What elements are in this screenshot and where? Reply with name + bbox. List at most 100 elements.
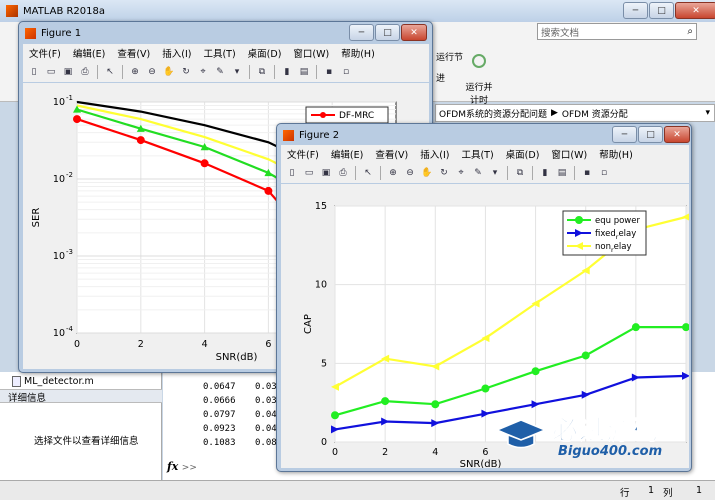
separator: [122, 65, 123, 79]
legend-marker: [320, 112, 326, 118]
link-plot-icon[interactable]: ⧉: [513, 166, 527, 180]
show-plot-tools-icon[interactable]: ▫: [597, 166, 611, 180]
cmd-values-col2: 0.03 0.03 0.04 0.04 0.08: [255, 382, 277, 448]
close-icon[interactable]: ✕: [675, 2, 715, 19]
menu-item-2[interactable]: 查看(V): [369, 147, 414, 161]
details-header[interactable]: 详细信息: [0, 389, 162, 404]
dropdown-icon[interactable]: ▾: [230, 65, 244, 79]
data-cursor-icon[interactable]: ⌖: [196, 65, 210, 79]
hide-plot-tools-icon[interactable]: ▪: [580, 166, 594, 180]
menu-item-3[interactable]: 插入(I): [156, 46, 197, 60]
pointer-icon[interactable]: ↖: [103, 65, 117, 79]
figure1-titlebar[interactable]: Figure 1: [19, 22, 319, 44]
data-point: [381, 397, 390, 406]
x-tick-label: 2: [138, 339, 144, 350]
data-point: [481, 384, 490, 393]
close-icon[interactable]: ✕: [401, 24, 427, 41]
breadcrumb-sep-icon: ▶: [550, 108, 558, 118]
maximize-icon[interactable]: □: [638, 126, 663, 143]
address-bar[interactable]: OFDM系统的资源分配问题 ▶ OFDM 资源分配 ▾: [435, 104, 715, 122]
figure-icon: [283, 129, 294, 141]
menu-item-4[interactable]: 工具(T): [455, 147, 499, 161]
legend[interactable]: DF-MRC: [305, 106, 389, 124]
menu-item-0[interactable]: 文件(F): [23, 46, 67, 60]
legend-icon[interactable]: ▤: [555, 166, 569, 180]
figure2-toolbar: ▯ ▭ ▣ ⎙ ↖ ⊕ ⊖ ✋ ↻ ⌖ ✎ ▾ ⧉ ▮ ▤ ▪ ▫: [281, 163, 689, 183]
legend-icon[interactable]: ▤: [297, 65, 311, 79]
brush-icon[interactable]: ✎: [471, 166, 485, 180]
print-icon[interactable]: ⎙: [78, 65, 92, 79]
figure2-titlebar[interactable]: Figure 2: [277, 124, 577, 146]
figure1-window-controls: ─ □ ✕: [349, 24, 427, 41]
status-bar: 行 1 列 1: [0, 480, 715, 500]
data-point: [431, 400, 440, 409]
graduation-cap-icon: [495, 418, 547, 449]
menu-item-2[interactable]: 查看(V): [111, 46, 156, 60]
zoom-out-icon[interactable]: ⊖: [403, 166, 417, 180]
link-plot-icon[interactable]: ⧉: [255, 65, 269, 79]
new-figure-icon[interactable]: ▯: [285, 166, 299, 180]
menu-item-4[interactable]: 工具(T): [197, 46, 241, 60]
menu-item-3[interactable]: 插入(I): [414, 147, 455, 161]
open-file-icon[interactable]: ▭: [44, 65, 58, 79]
data-cursor-icon[interactable]: ⌖: [454, 166, 468, 180]
figure2-menubar: 文件(F) 编辑(E) 查看(V) 插入(I) 工具(T) 桌面(D) 窗口(W) 帮助(H): [281, 145, 689, 163]
menu-item-1[interactable]: 编辑(E): [67, 46, 111, 60]
close-icon[interactable]: ✕: [664, 126, 690, 143]
breadcrumb-1[interactable]: OFDM系统的资源分配问题: [439, 107, 547, 120]
menu-item-7[interactable]: 帮助(H): [335, 46, 381, 60]
minimize-icon[interactable]: ─: [349, 24, 374, 41]
x-tick-label: 4: [202, 339, 208, 350]
maximize-icon[interactable]: □: [649, 2, 674, 19]
save-icon[interactable]: ▣: [319, 166, 333, 180]
file-row[interactable]: ML_detector.m: [12, 376, 94, 387]
menu-item-6[interactable]: 窗口(W): [545, 147, 593, 161]
menu-item-6[interactable]: 窗口(W): [287, 46, 335, 60]
data-point: [631, 323, 640, 332]
zoom-in-icon[interactable]: ⊕: [128, 65, 142, 79]
legend[interactable]: equ powerfixedrelaynonrelay: [562, 210, 647, 256]
dropdown-icon[interactable]: ▾: [488, 166, 502, 180]
pan-icon[interactable]: ✋: [162, 65, 176, 79]
search-box[interactable]: 搜索文档 ⌕: [537, 23, 697, 40]
menu-item-5[interactable]: 桌面(D): [500, 147, 546, 161]
menu-item-0[interactable]: 文件(F): [281, 147, 325, 161]
dropdown-icon[interactable]: ▾: [705, 108, 714, 118]
status-col-value: 1: [696, 485, 703, 496]
y-tick-exponent: -3: [66, 248, 73, 256]
brush-icon[interactable]: ✎: [213, 65, 227, 79]
x-tick-label: 0: [74, 339, 80, 350]
command-prompt[interactable]: fx >>: [167, 460, 197, 473]
save-icon[interactable]: ▣: [61, 65, 75, 79]
minimize-icon[interactable]: ─: [612, 126, 637, 143]
pointer-icon[interactable]: ↖: [361, 166, 375, 180]
zoom-out-icon[interactable]: ⊖: [145, 65, 159, 79]
breadcrumb-2[interactable]: OFDM 资源分配: [562, 107, 628, 120]
x-tick-label: 2: [382, 447, 388, 458]
open-file-icon[interactable]: ▭: [302, 166, 316, 180]
hide-plot-tools-icon[interactable]: ▪: [322, 65, 336, 79]
zoom-in-icon[interactable]: ⊕: [386, 166, 400, 180]
print-icon[interactable]: ⎙: [336, 166, 350, 180]
colorbar-icon[interactable]: ▮: [538, 166, 552, 180]
search-icon[interactable]: ⌕: [687, 26, 696, 37]
new-figure-icon[interactable]: ▯: [27, 65, 41, 79]
separator: [507, 166, 508, 180]
y-tick-exponent: -4: [66, 325, 74, 333]
menu-item-5[interactable]: 桌面(D): [242, 46, 288, 60]
rotate-icon[interactable]: ↻: [437, 166, 451, 180]
ribbon-run-section-button[interactable]: 运行节 进: [436, 50, 463, 84]
menu-item-1[interactable]: 编辑(E): [325, 147, 369, 161]
maximize-icon[interactable]: □: [375, 24, 400, 41]
minimize-icon[interactable]: ─: [623, 2, 648, 19]
menu-item-7[interactable]: 帮助(H): [593, 147, 639, 161]
rotate-icon[interactable]: ↻: [179, 65, 193, 79]
status-col-label: 列: [663, 488, 673, 499]
show-plot-tools-icon[interactable]: ▫: [339, 65, 353, 79]
matlab-window-controls: ─ □ ✕: [623, 2, 715, 19]
search-input[interactable]: 搜索文档: [541, 25, 687, 39]
y-tick-label: 10: [53, 174, 65, 185]
pan-icon[interactable]: ✋: [420, 166, 434, 180]
x-tick-label: 6: [482, 447, 488, 458]
colorbar-icon[interactable]: ▮: [280, 65, 294, 79]
